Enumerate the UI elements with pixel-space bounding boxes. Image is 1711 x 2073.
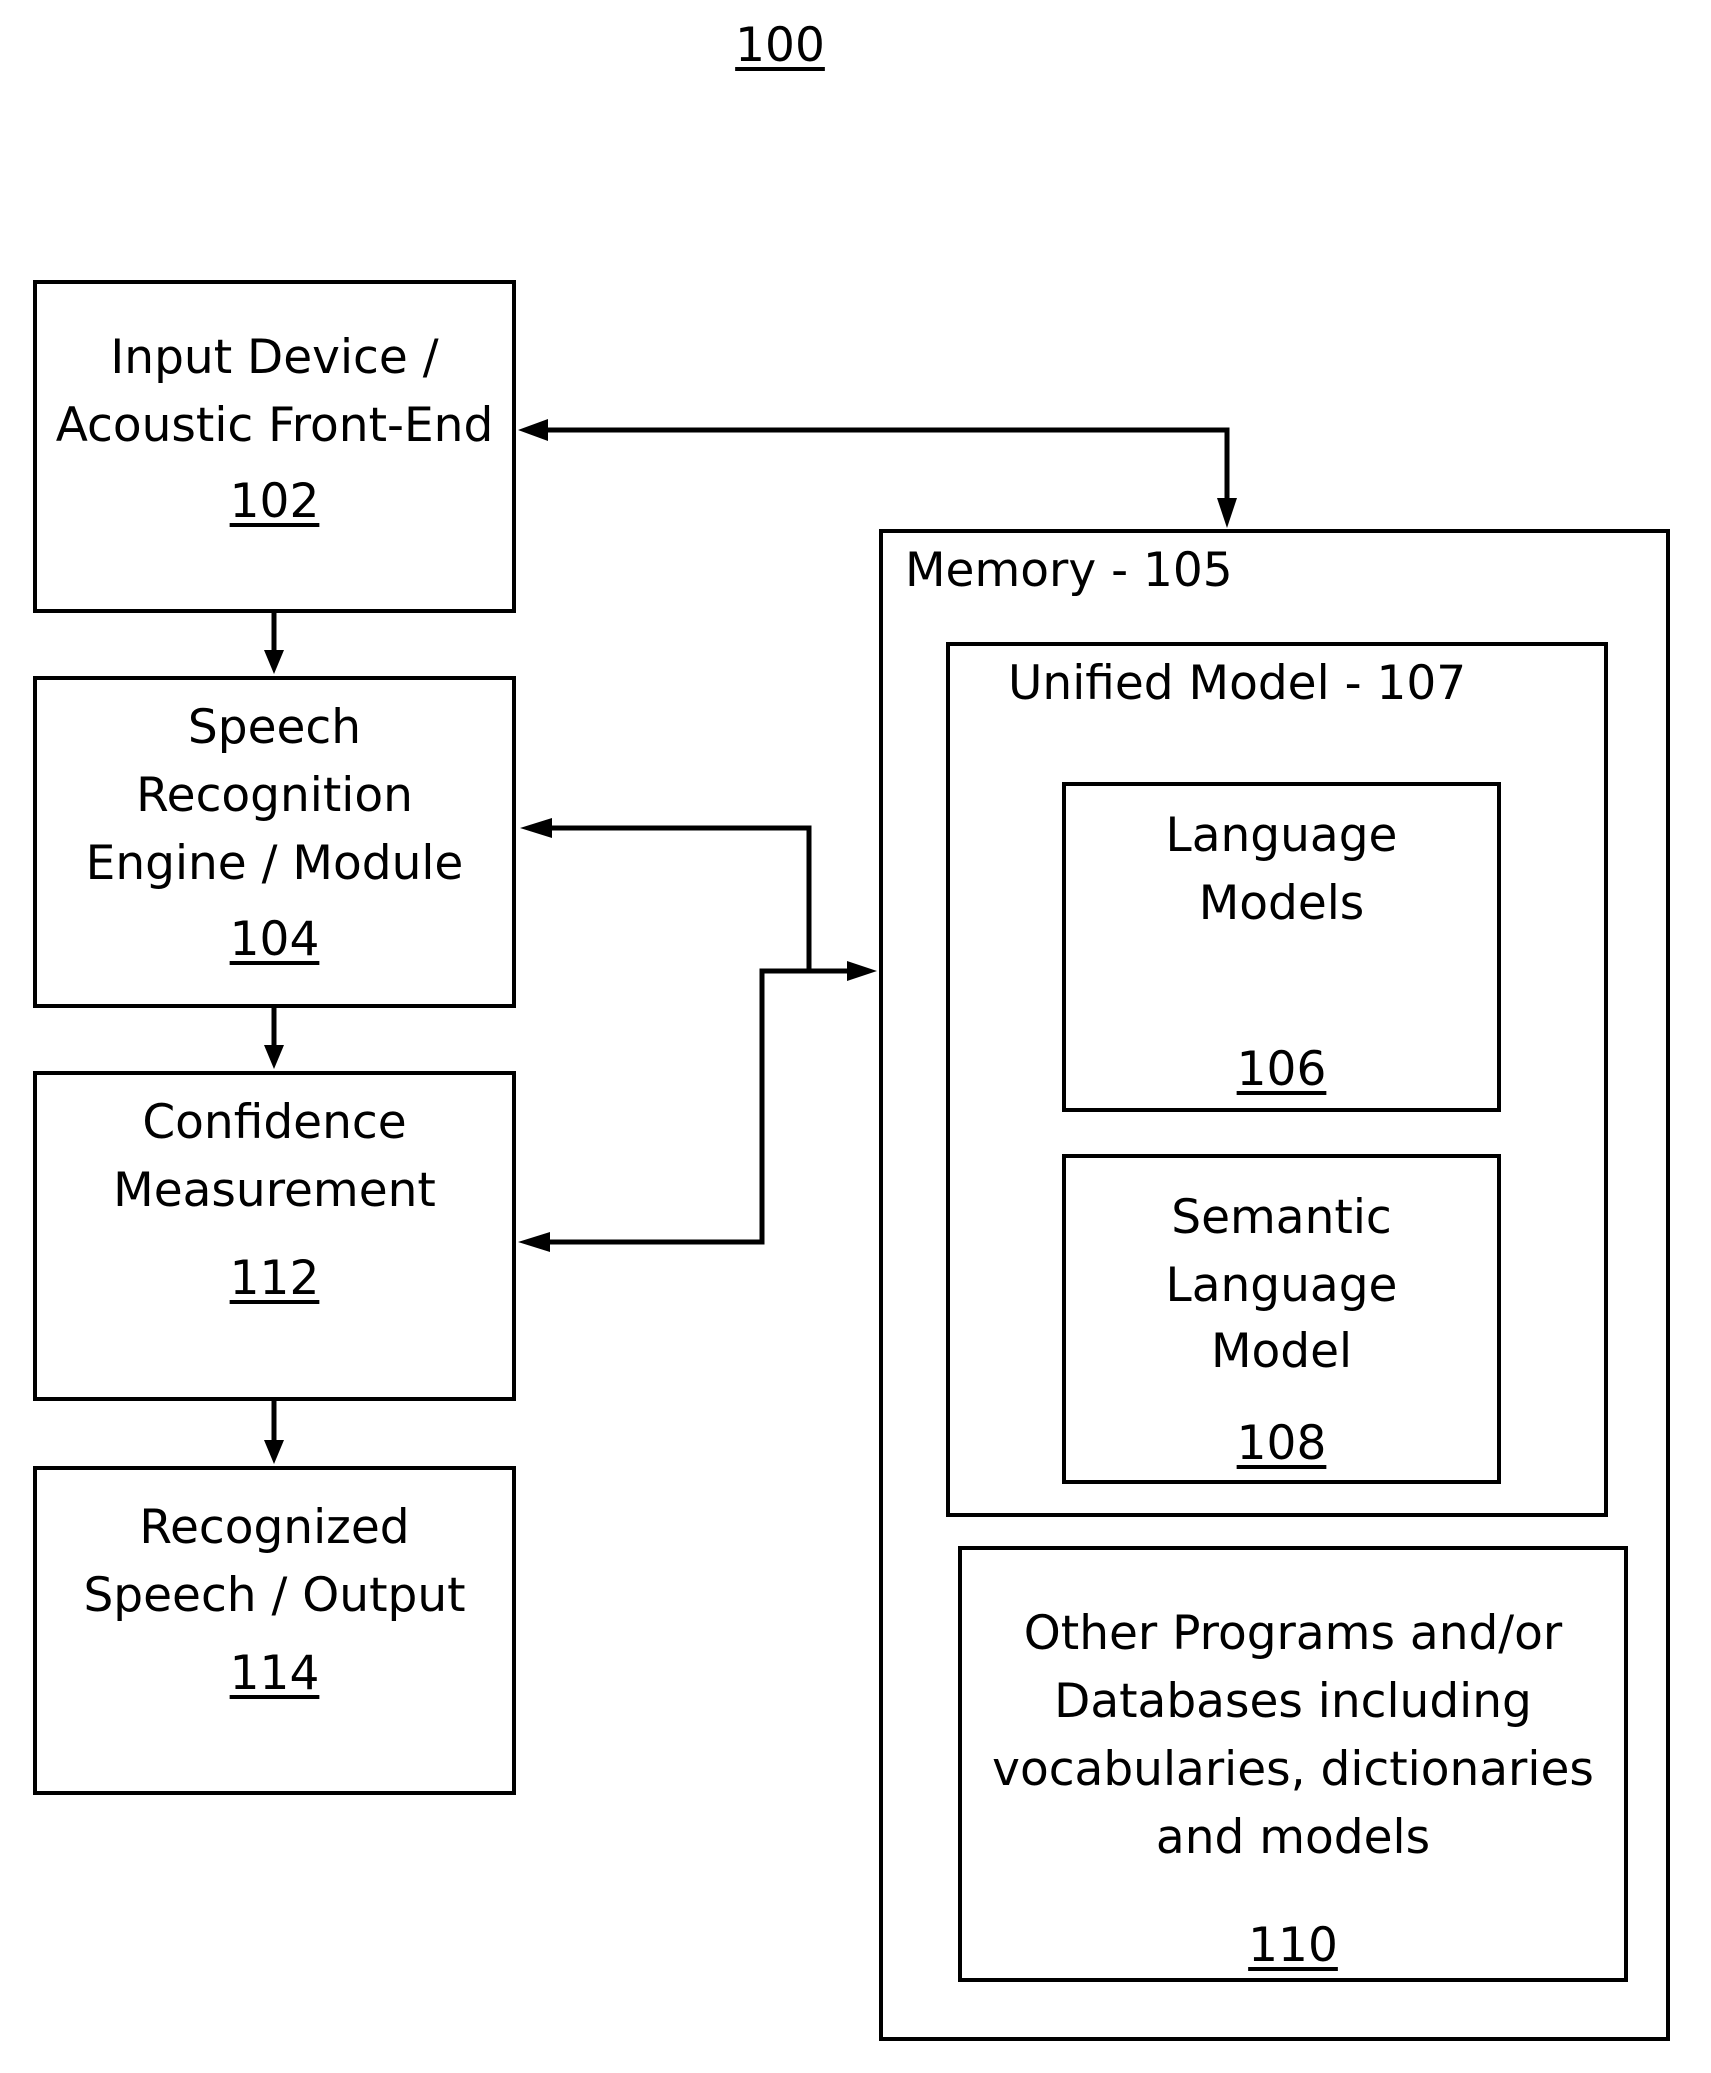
link-memory-112 [540, 968, 858, 1245]
arrowhead-left-104 [520, 818, 552, 838]
arrowhead-down-114 [264, 1440, 284, 1464]
connectors [264, 419, 1237, 1464]
link-memory-104 [540, 825, 812, 971]
arrowhead-down-memory [1217, 498, 1237, 528]
arrowhead-down-104 [264, 650, 284, 674]
link-102-memory [540, 427, 1230, 508]
arrowhead-left-102 [518, 419, 548, 441]
arrowhead-right-memory [847, 961, 877, 981]
arrowhead-left-112 [518, 1232, 550, 1252]
arrowhead-down-112 [264, 1045, 284, 1069]
